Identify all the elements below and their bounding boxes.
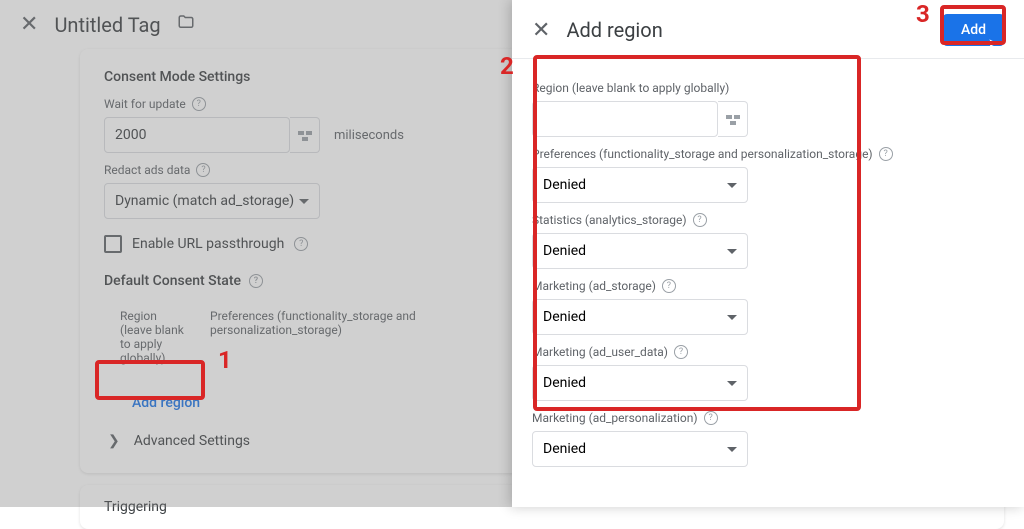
annotation-num-1: 1 [218,346,232,374]
add-region-panel: ✕ Add region Add ➤ Region (leave blank t… [512,0,1024,507]
statistics-select[interactable]: Denied [532,233,748,269]
help-icon[interactable]: ? [693,213,707,227]
help-icon[interactable]: ? [704,411,718,425]
marketing-pers-select[interactable]: Denied [532,431,748,467]
annotation-num-3: 3 [916,0,930,28]
chevron-down-icon [727,447,737,452]
region-label: Region (leave blank to apply globally) [532,81,729,95]
help-icon[interactable]: ? [674,345,688,359]
marketing-ad-select[interactable]: Denied [532,299,748,335]
preferences-select[interactable]: Denied [532,167,748,203]
marketing-user-select[interactable]: Denied [532,365,748,401]
variable-button[interactable] [718,101,748,137]
panel-title: Add region [566,18,662,42]
chevron-down-icon [727,381,737,386]
chevron-down-icon [727,315,737,320]
preferences-label: Preferences (functionality_storage and p… [532,147,873,161]
chevron-down-icon [727,183,737,188]
annotation-num-2: 2 [500,52,514,80]
region-input[interactable] [532,101,718,137]
marketing-pers-label: Marketing (ad_personalization) [532,411,698,425]
cursor-icon: ➤ [988,36,998,50]
chevron-down-icon [727,249,737,254]
add-button[interactable]: Add ➤ [943,14,1004,46]
statistics-label: Statistics (analytics_storage) [532,213,687,227]
help-icon[interactable]: ? [879,147,893,161]
marketing-ad-label: Marketing (ad_storage) [532,279,656,293]
panel-close-icon[interactable]: ✕ [532,18,550,43]
help-icon[interactable]: ? [662,279,676,293]
marketing-user-label: Marketing (ad_user_data) [532,345,668,359]
